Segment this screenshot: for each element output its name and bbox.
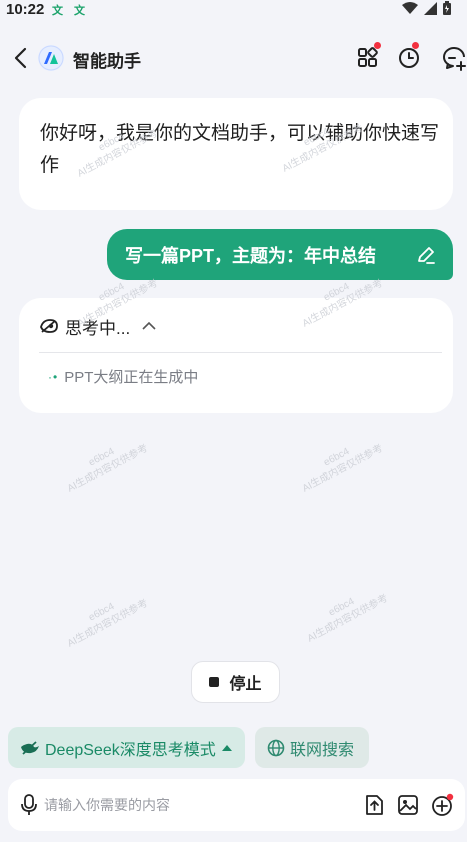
new-chat-button[interactable] [440, 44, 467, 72]
prompt-input[interactable] [44, 793, 344, 817]
battery-icon [443, 1, 451, 15]
new-chat-icon [443, 47, 466, 71]
watermark: e6bc4 AI生成内容仅供参考 [300, 442, 385, 495]
page-title: 智能助手 [73, 52, 141, 71]
logo-icon [38, 45, 64, 71]
divider [39, 352, 442, 353]
input-bar [8, 779, 465, 831]
caret-up-icon [221, 744, 232, 751]
status-bar: 10:22 文 文 [0, 0, 467, 20]
user-message-text: 写一篇PPT，主题为：年中总结 [125, 246, 377, 266]
microphone-icon[interactable] [18, 793, 40, 817]
back-icon[interactable] [10, 44, 34, 72]
web-search-toggle[interactable]: 联网搜索 [255, 727, 369, 768]
chevron-up-icon[interactable] [142, 321, 156, 331]
watermark: e6bc4 AI生成内容仅供参考 [305, 592, 390, 645]
watermark: e6bc4 AI生成内容仅供参考 [65, 597, 150, 650]
deep-think-mode-toggle[interactable]: DeepSeek深度思考模式 [8, 727, 245, 768]
history-button[interactable] [396, 42, 424, 72]
app-notification-icon: 文 [74, 5, 85, 17]
loading-dots-icon: ·• [48, 369, 59, 384]
stop-button-label: 停止 [229, 676, 262, 693]
deep-think-label: DeepSeek深度思考模式 [45, 741, 216, 759]
globe-icon [267, 739, 285, 756]
deepseek-whale-icon [21, 740, 39, 755]
watermark: e6bc4 AI生成内容仅供参考 [65, 442, 150, 495]
add-plus-icon[interactable] [429, 792, 455, 818]
user-message: 写一篇PPT，主题为：年中总结 [107, 229, 453, 280]
edit-icon[interactable] [415, 244, 437, 266]
progress-status: ·• PPT大纲正在生成中 [48, 366, 198, 387]
history-clock-icon [399, 48, 419, 68]
notification-dot [374, 42, 381, 49]
app-notification-icon: 文 [52, 5, 63, 17]
stop-icon [209, 677, 220, 687]
upload-file-icon[interactable] [361, 792, 387, 818]
thinking-icon [40, 319, 58, 333]
stop-button[interactable]: 停止 [191, 661, 280, 703]
notification-dot [412, 42, 419, 49]
image-upload-icon[interactable] [395, 792, 421, 818]
apps-grid-button[interactable] [355, 42, 383, 72]
wifi-icon [402, 1, 418, 14]
status-time: 10:22 [6, 1, 45, 18]
app-header: 智能助手 [0, 36, 467, 80]
progress-text: PPT大纲正在生成中 [64, 369, 199, 386]
web-search-label: 联网搜索 [290, 741, 355, 759]
signal-icon [424, 1, 437, 15]
